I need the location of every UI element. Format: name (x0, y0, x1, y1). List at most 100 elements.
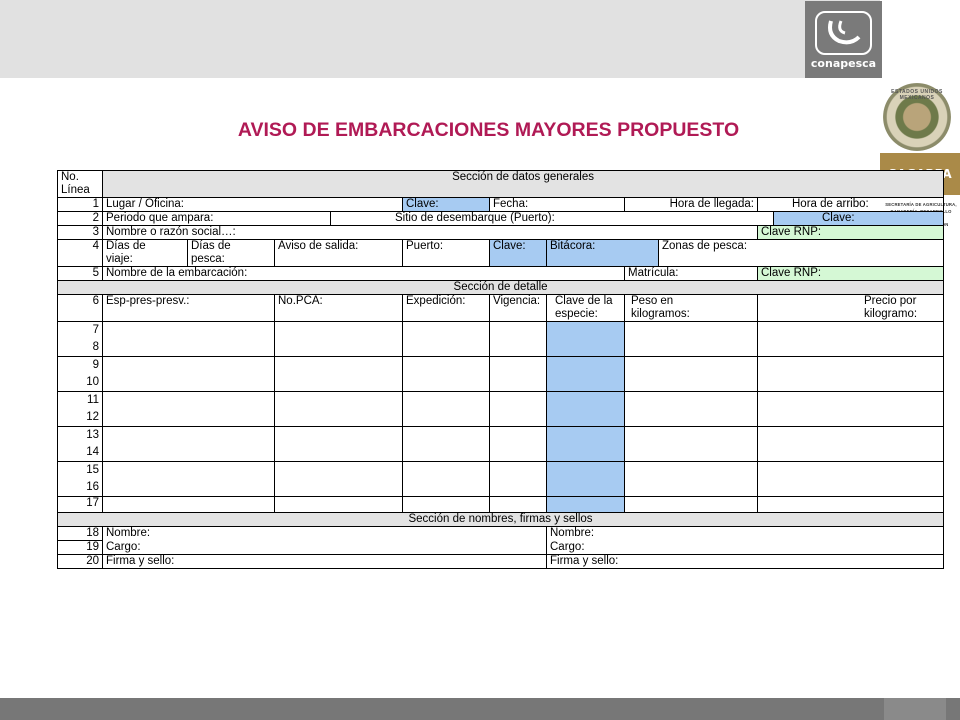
clave-field[interactable]: Clave: (402, 197, 490, 212)
detail-cell[interactable] (756, 356, 945, 392)
dias-viaje-field[interactable]: Días de viaje: (102, 239, 188, 267)
detail-cell[interactable] (756, 461, 945, 497)
periodo-field[interactable]: Periodo que ampara: (102, 211, 331, 226)
header-band (0, 0, 880, 78)
detail-cell-clave[interactable] (546, 426, 625, 462)
line-number: 15 16 (57, 461, 103, 497)
detail-cell[interactable] (756, 496, 945, 513)
nombre-right-field[interactable]: Nombre: (546, 526, 945, 541)
detail-cell[interactable] (756, 321, 945, 357)
firma-right-field[interactable]: Firma y sello: (546, 554, 945, 569)
detail-cell[interactable] (489, 356, 547, 392)
hora-llegada-field[interactable]: Hora de llegada: (624, 197, 758, 212)
detail-cell[interactable] (102, 356, 275, 392)
detail-cell[interactable] (274, 461, 403, 497)
detail-cell-clave[interactable] (546, 356, 625, 392)
line-number: 18 (57, 526, 103, 541)
row-6: 6 Esp-pres-presv.: No.PCA: Expedición: V… (57, 294, 945, 322)
section-detalle-row: Sección de detalle (56, 280, 945, 295)
detail-cell[interactable] (274, 356, 403, 392)
detail-cell[interactable] (489, 391, 547, 427)
row-4: 4 Días de viaje: Días de pesca: Aviso de s… (57, 239, 945, 267)
detail-cell[interactable] (624, 356, 758, 392)
line-number: 2 (57, 211, 103, 226)
detail-cell[interactable] (624, 321, 758, 357)
detail-cell[interactable] (624, 426, 758, 462)
dias-pesca-field[interactable]: Días de pesca: (187, 239, 275, 267)
zonas-pesca-field[interactable]: Zonas de pesca: (657, 239, 945, 267)
detail-cell-clave[interactable] (546, 321, 625, 357)
clave-rnp-field[interactable]: Clave RNP: (756, 266, 945, 281)
clave-especie-header: Clave de la especie: (546, 294, 625, 322)
hora-arribo-field[interactable]: Hora de arribo: (756, 197, 945, 212)
detail-cell[interactable] (402, 321, 490, 357)
detail-cell[interactable] (402, 391, 490, 427)
detail-cell[interactable] (402, 356, 490, 392)
conapesca-logo: conapesca (805, 1, 882, 78)
footer-corner (884, 698, 946, 720)
cargo-right-field[interactable]: Cargo: (546, 540, 945, 555)
detail-cell-clave[interactable] (546, 391, 625, 427)
detail-cell[interactable] (102, 321, 275, 357)
line-number: 9 10 (57, 356, 103, 392)
bitacora-field[interactable]: Bitácora: (546, 239, 659, 267)
detail-row: 9 10 (57, 356, 945, 392)
detail-cell[interactable] (402, 496, 490, 513)
line-number: 13 14 (57, 426, 103, 462)
detail-row: 11 12 (57, 391, 945, 427)
footer-band (0, 698, 960, 720)
detail-cell[interactable] (274, 321, 403, 357)
puerto-field[interactable]: Puerto: (402, 239, 490, 267)
detail-cell[interactable] (102, 461, 275, 497)
line-number: 1 (57, 197, 103, 212)
nombre-embarcacion-field[interactable]: Nombre de la embarcación: (102, 266, 625, 281)
detail-cell[interactable] (489, 496, 547, 513)
expedicion-header: Expedición: (402, 294, 490, 322)
detail-cell[interactable] (489, 321, 547, 357)
aviso-form-table: No. Línea Sección de datos generales 1 Lu… (56, 170, 945, 569)
lugar-oficina-field[interactable]: Lugar / Oficina: (102, 197, 403, 212)
line-number: 19 (57, 540, 103, 555)
vigencia-header: Vigencia: (489, 294, 547, 322)
firma-left-field[interactable]: Firma y sello: (102, 554, 547, 569)
detail-cell-clave[interactable] (546, 496, 625, 513)
sitio-desembarque-field[interactable]: Sitio de desembarque (Puerto): (330, 211, 774, 226)
section-nombres: Sección de nombres, firmas y sellos (56, 512, 945, 527)
detail-cell[interactable] (274, 426, 403, 462)
seal-text: ESTADOS UNIDOS MEXICANOS (891, 89, 943, 101)
line-number: 4 (57, 239, 103, 267)
row-3: 3 Nombre o razón social…: Clave RNP: (57, 225, 945, 240)
aviso-salida-field[interactable]: Aviso de salida: (274, 239, 403, 267)
detail-cell[interactable] (624, 496, 758, 513)
detail-cell[interactable] (624, 461, 758, 497)
clave-field[interactable]: Clave: (772, 211, 945, 226)
no-pca-header: No.PCA: (274, 294, 403, 322)
row-5: 5 Nombre de la embarcación: Matrícula: C… (57, 266, 945, 281)
row-19: 19 Cargo: Cargo: (57, 540, 945, 555)
detail-cell[interactable] (756, 426, 945, 462)
nombre-left-field[interactable]: Nombre: (102, 526, 547, 541)
esp-pres-presv-header: Esp-pres-presv.: (102, 294, 275, 322)
detail-cell-clave[interactable] (546, 461, 625, 497)
detail-cell[interactable] (756, 391, 945, 427)
row-17: 17 (57, 496, 945, 513)
clave-field[interactable]: Clave: (489, 239, 547, 267)
detail-cell[interactable] (489, 426, 547, 462)
matricula-field[interactable]: Matrícula: (624, 266, 758, 281)
detail-cell[interactable] (274, 391, 403, 427)
detail-cell[interactable] (402, 461, 490, 497)
detail-cell[interactable] (489, 461, 547, 497)
detail-cell[interactable] (274, 496, 403, 513)
detail-cell[interactable] (102, 391, 275, 427)
line-number: 17 (57, 496, 103, 513)
detail-row: 15 16 (57, 461, 945, 497)
detail-cell[interactable] (624, 391, 758, 427)
detail-cell[interactable] (402, 426, 490, 462)
section-nombres-row: Sección de nombres, firmas y sellos (56, 512, 945, 527)
cargo-left-field[interactable]: Cargo: (102, 540, 547, 555)
fecha-field[interactable]: Fecha: (489, 197, 625, 212)
clave-rnp-field[interactable]: Clave RNP: (756, 225, 945, 240)
razon-social-field[interactable]: Nombre o razón social…: (102, 225, 758, 240)
detail-cell[interactable] (102, 496, 275, 513)
detail-cell[interactable] (102, 426, 275, 462)
